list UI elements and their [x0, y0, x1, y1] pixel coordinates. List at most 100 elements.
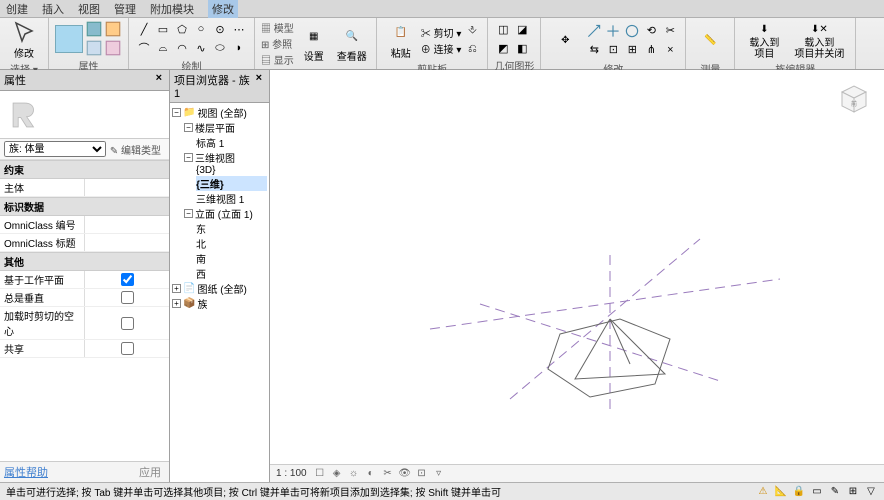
mod-icon-3[interactable] — [623, 22, 641, 40]
wp-set-button[interactable]: ▦ 设置 — [296, 24, 332, 64]
workplane-based-check[interactable] — [121, 273, 134, 286]
vb-detail-icon[interactable]: ☐ — [313, 467, 327, 481]
wp-model[interactable]: ▦ 模型 — [261, 20, 294, 35]
cut-void-check[interactable] — [121, 317, 134, 330]
drawing-canvas[interactable]: 前 1 : 100 ☐ ◈ ☼ ◐ ✂ 👁 ⊡ ▿ — [270, 70, 884, 482]
draw-circle-icon[interactable]: ○ — [192, 20, 210, 38]
draw-rect-icon[interactable]: ▭ — [154, 20, 172, 38]
draw-poly-icon[interactable]: ⬠ — [173, 20, 191, 38]
mod-icon-8[interactable]: ⊞ — [623, 41, 641, 59]
edit-type-button[interactable]: ✎ 编辑类型 — [106, 142, 165, 157]
props-icon-1[interactable] — [85, 20, 103, 38]
tree-east[interactable]: 东 — [196, 221, 267, 236]
props-icon-3[interactable] — [85, 39, 103, 57]
draw-arc1-icon[interactable]: ⌒ — [135, 39, 153, 57]
draw-inscribed-icon[interactable]: ⊙ — [211, 20, 229, 38]
tray-icon-1[interactable]: ⚠ — [756, 485, 770, 499]
mod-icon-7[interactable]: ⊡ — [604, 41, 622, 59]
join-button[interactable]: ⊕ 连接 ▾ — [421, 41, 462, 56]
tray-icon-3[interactable]: 🔒 — [792, 485, 806, 499]
geo-icon-1[interactable]: ◫ — [494, 20, 512, 38]
draw-arc2-icon[interactable]: ⌓ — [154, 39, 172, 57]
vb-style-icon[interactable]: ◈ — [330, 467, 344, 481]
tray-icon-6[interactable]: ⊞ — [846, 485, 860, 499]
modify-button[interactable]: 修改 — [6, 20, 42, 60]
omniclass-num-input[interactable] — [89, 219, 165, 230]
vb-reveal-icon[interactable]: ⊡ — [415, 467, 429, 481]
wp-show[interactable]: ▤ 显示 — [261, 52, 294, 67]
move-button[interactable]: ✥ — [547, 20, 583, 60]
mod-icon-2[interactable] — [604, 22, 622, 40]
draw-line-icon[interactable]: ╱ — [135, 20, 153, 38]
clip-icon-1[interactable]: ⎀ — [463, 22, 481, 40]
tree-elevation[interactable]: −立面 (立面 1) — [184, 206, 267, 221]
tree-3d-view1[interactable]: 三维视图 1 — [196, 191, 267, 206]
paste-button[interactable]: 📋 粘贴 — [383, 20, 419, 60]
tray-icon-4[interactable]: ▭ — [810, 485, 824, 499]
props-icon-4[interactable] — [104, 39, 122, 57]
properties-help-link[interactable]: 属性帮助 — [0, 462, 131, 482]
draw-arc3-icon[interactable]: ◠ — [173, 39, 191, 57]
vb-crop-icon[interactable]: ✂ — [381, 467, 395, 481]
measure-button[interactable]: 📏 — [692, 20, 728, 60]
draw-more-icon[interactable]: ⋯ — [230, 20, 248, 38]
mod-icon-9[interactable]: ⋔ — [642, 41, 660, 59]
tree-west[interactable]: 西 — [196, 266, 267, 281]
props-btn-1[interactable] — [55, 25, 83, 53]
menu-addins[interactable]: 附加模块 — [150, 1, 194, 17]
load-close-button[interactable]: ⬇✕ 载入到 项目并关闭 — [789, 20, 849, 60]
tree-north[interactable]: 北 — [196, 236, 267, 251]
mod-icon-5[interactable]: ✂ — [661, 22, 679, 40]
menu-create[interactable]: 创建 — [6, 1, 28, 17]
tree-level1[interactable]: 标高 1 — [196, 135, 267, 150]
tree-3d[interactable]: −三维视图 — [184, 150, 267, 165]
menu-modify[interactable]: 修改 — [208, 0, 238, 18]
vb-hide-icon[interactable]: 👁 — [398, 467, 412, 481]
scale-display[interactable]: 1 : 100 — [276, 468, 307, 479]
geo-icon-3[interactable]: ◩ — [494, 39, 512, 57]
menu-insert[interactable]: 插入 — [42, 1, 64, 17]
tree-south[interactable]: 南 — [196, 251, 267, 266]
tree-views[interactable]: −📁 视图 (全部) — [172, 105, 267, 120]
tree-families[interactable]: +📦 族 — [172, 296, 267, 311]
ribbon-group-measure: 📏 测量 — [686, 18, 735, 69]
tree-sheets[interactable]: +📄 图纸 (全部) — [172, 281, 267, 296]
tree-3d-current[interactable]: {三维} — [196, 176, 267, 191]
cut-button[interactable]: ✂ 剪切 ▾ — [421, 25, 462, 40]
host-input[interactable] — [89, 182, 165, 193]
mod-icon-1[interactable] — [585, 22, 603, 40]
draw-spline-icon[interactable]: ∿ — [192, 39, 210, 57]
wp-viewer-button[interactable]: 🔍 查看器 — [334, 24, 370, 64]
draw-ellipse-icon[interactable]: ⬭ — [211, 39, 229, 57]
cursor-icon — [12, 21, 36, 45]
close-icon[interactable]: × — [153, 72, 165, 88]
mod-icon-6[interactable]: ⇆ — [585, 41, 603, 59]
view-cube[interactable]: 前 — [834, 78, 874, 118]
load-project-button[interactable]: ⬇ 载入到 项目 — [741, 20, 787, 60]
apply-button[interactable]: 应用 — [131, 462, 169, 482]
vb-sun-icon[interactable]: ☼ — [347, 467, 361, 481]
family-select[interactable]: 族: 体量 — [4, 141, 106, 157]
clip-icon-2[interactable]: ⎌ — [463, 41, 481, 59]
close-icon[interactable]: × — [253, 72, 265, 100]
menu-manage[interactable]: 管理 — [114, 1, 136, 17]
tree-floorplans[interactable]: −楼层平面 — [184, 120, 267, 135]
always-vertical-check[interactable] — [121, 291, 134, 304]
tray-icon-5[interactable]: ✎ — [828, 485, 842, 499]
draw-half-icon[interactable]: ◗ — [230, 39, 248, 57]
menu-view[interactable]: 视图 — [78, 1, 100, 17]
tree-3d-default[interactable]: {3D} — [196, 165, 267, 176]
ribbon-group-modify: ✥ ⟲ ✂ ⇆ ⊡ ⊞ ⋔ × 修改 — [541, 18, 686, 69]
tray-filter-icon[interactable]: ▽ — [864, 485, 878, 499]
geo-icon-2[interactable]: ◪ — [513, 20, 531, 38]
omniclass-title-input[interactable] — [89, 237, 165, 248]
tray-icon-2[interactable]: 📐 — [774, 485, 788, 499]
geo-icon-4[interactable]: ◧ — [513, 39, 531, 57]
vb-more-icon[interactable]: ▿ — [432, 467, 446, 481]
mod-icon-10[interactable]: × — [661, 41, 679, 59]
mod-icon-4[interactable]: ⟲ — [642, 22, 660, 40]
props-icon-2[interactable] — [104, 20, 122, 38]
vb-shadow-icon[interactable]: ◐ — [364, 467, 378, 481]
shared-check[interactable] — [121, 342, 134, 355]
wp-ref[interactable]: ⊞ 参照 — [261, 36, 294, 51]
